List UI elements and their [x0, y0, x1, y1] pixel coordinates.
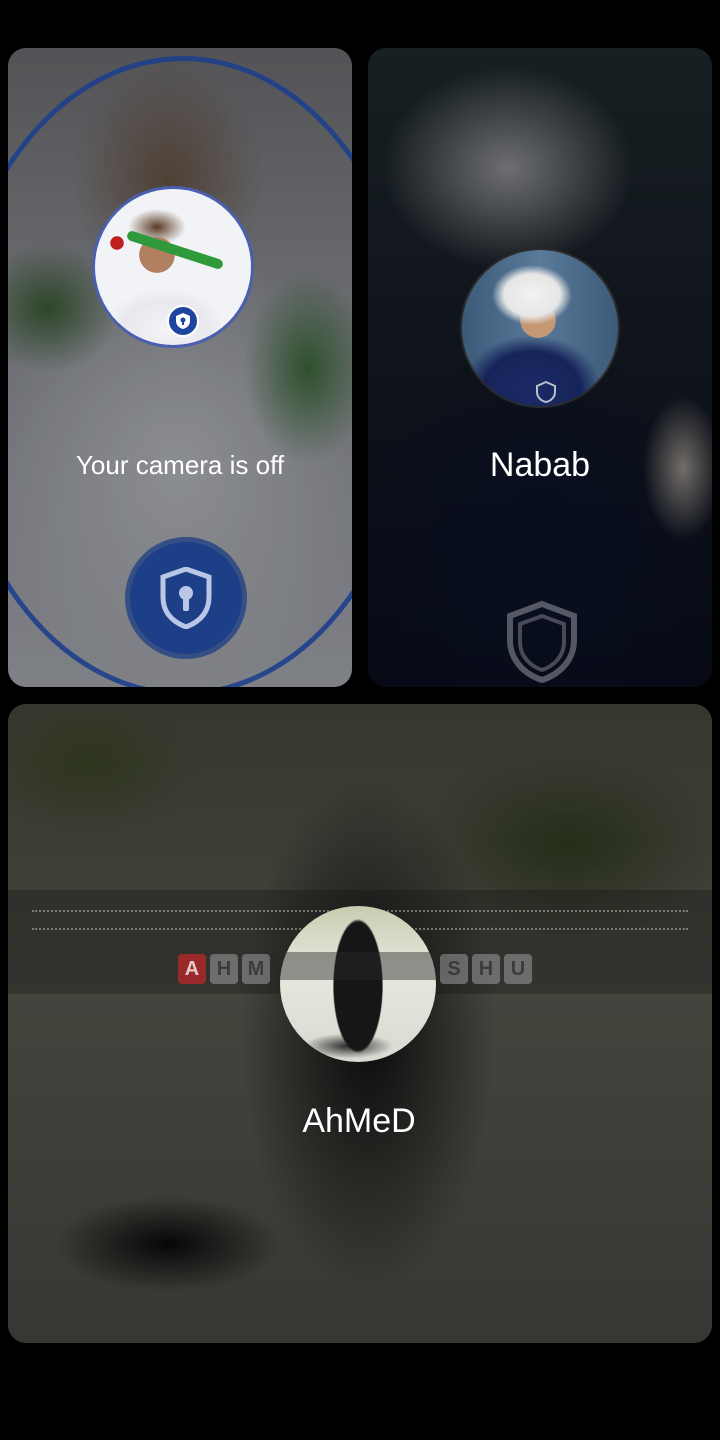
ahmed-avatar: [280, 906, 436, 1062]
self-video-tile[interactable]: [8, 48, 352, 687]
shield-badge-icon: [532, 378, 560, 406]
shield-lock-icon: [125, 537, 247, 659]
nabab-avatar: [460, 248, 620, 408]
participant-name-nabab: Nabab: [489, 446, 591, 484]
video-call-grid: A H M S H U Your camera is off Nabab AhM…: [0, 0, 720, 1440]
shield-lock-badge-icon: [167, 305, 199, 337]
avatar-banner-strip: [280, 952, 436, 980]
shield-icon: [507, 600, 577, 684]
self-avatar: [92, 186, 254, 348]
background-banner-letters-right: S H U: [440, 954, 532, 984]
background-banner-letters: A H M: [178, 954, 270, 984]
camera-off-status: Your camera is off: [75, 450, 285, 480]
participant-name-ahmed: AhMeD: [302, 1102, 416, 1140]
avatar-rose-stem: [125, 229, 225, 271]
